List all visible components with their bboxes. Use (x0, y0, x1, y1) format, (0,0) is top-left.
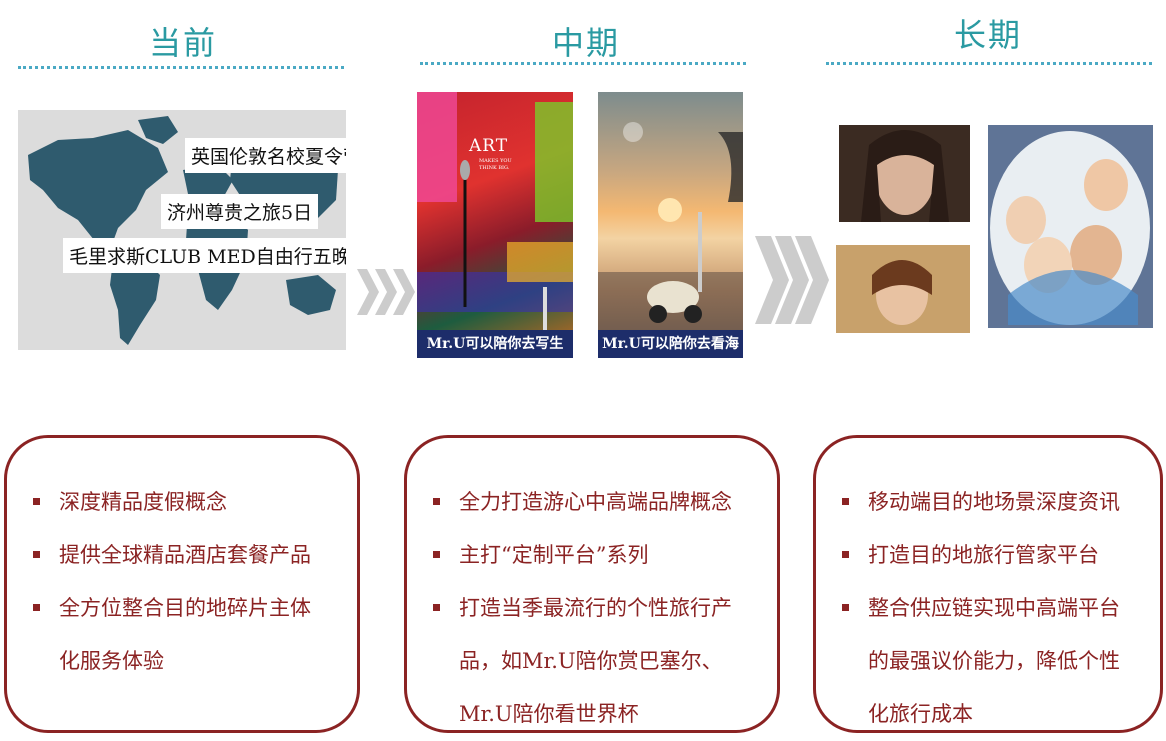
list-item-continuation: 化旅行成本 (816, 688, 1160, 741)
column-title-long-term: 长期 (953, 16, 1022, 54)
dotted-divider-long-term (826, 62, 1152, 65)
list-item: 打造目的地旅行管家平台 (816, 529, 1160, 582)
list-item: 深度精品度假概念 (7, 476, 357, 529)
list-item-text: 的最强议价能力，降低个性 (868, 649, 1120, 673)
list-item-continuation: 化服务体验 (7, 635, 357, 688)
list-item-text: 化服务体验 (59, 649, 164, 673)
map-label-jeju: 济州尊贵之旅5日 (161, 194, 319, 229)
sea-poster-image (598, 122, 743, 330)
map-label-mauritius: 毛里求斯CLUB MED自由行五晚七 (63, 238, 346, 273)
poster-sea: Mr.U可以陪你去看海 (598, 92, 743, 358)
bullet-icon (33, 498, 40, 505)
box-long-term: 移动端目的地场景深度资讯 打造目的地旅行管家平台 整合供应链实现中高端平台 的最… (813, 435, 1163, 733)
woman-portrait-image (839, 125, 970, 222)
chevron-arrows-icon-2 (755, 236, 829, 324)
list-item-continuation: 的最强议价能力，降低个性 (816, 635, 1160, 688)
child-portrait-image (836, 245, 970, 333)
poster-sketching: ART MAKES YOU THINK BIG. Mr.U可以陪你去写生 (417, 92, 573, 358)
art-poster-title: ART (469, 136, 509, 156)
list-item-continuation: Mr.U陪你看世界杯 (407, 688, 777, 741)
bullet-icon (842, 551, 849, 558)
art-poster-image (417, 92, 573, 330)
bullet-icon (433, 551, 440, 558)
list-item: 整合供应链实现中高端平台 (816, 582, 1160, 635)
list-item: 提供全球精品酒店套餐产品 (7, 529, 357, 582)
list-item-text: 品，如Mr.U陪你赏巴塞尔、 (459, 649, 723, 673)
list-item-text: 主打“定制平台”系列 (459, 543, 649, 567)
list-item-text: 打造目的地旅行管家平台 (868, 543, 1099, 567)
dotted-divider-current (18, 66, 344, 69)
world-map-panel: 英国伦敦名校夏令营10日 济州尊贵之旅5日 毛里求斯CLUB MED自由行五晚七 (18, 110, 346, 350)
list-item-text: 提供全球精品酒店套餐产品 (59, 543, 311, 567)
list-item: 全力打造游心中高端品牌概念 (407, 476, 777, 529)
bullet-icon (842, 604, 849, 611)
woman-portrait-photo (839, 125, 970, 222)
list-item: 打造当季最流行的个性旅行产 (407, 582, 777, 635)
list-mid-term: 全力打造游心中高端品牌概念 主打“定制平台”系列 打造当季最流行的个性旅行产 品… (407, 476, 777, 741)
list-item: 全方位整合目的地碎片主体 (7, 582, 357, 635)
poster-caption-sketching: Mr.U可以陪你去写生 (417, 330, 573, 358)
list-item: 主打“定制平台”系列 (407, 529, 777, 582)
column-title-mid-term: 中期 (551, 24, 620, 62)
list-item-text: 整合供应链实现中高端平台 (868, 596, 1120, 620)
list-item-text: 化旅行成本 (868, 702, 973, 726)
list-item: 移动端目的地场景深度资讯 (816, 476, 1160, 529)
bullet-icon (842, 498, 849, 505)
box-current: 深度精品度假概念 提供全球精品酒店套餐产品 全方位整合目的地碎片主体 化服务体验 (4, 435, 360, 733)
list-long-term: 移动端目的地场景深度资讯 打造目的地旅行管家平台 整合供应链实现中高端平台 的最… (816, 476, 1160, 741)
family-image (988, 125, 1153, 328)
bullet-icon (33, 551, 40, 558)
family-photo (988, 125, 1153, 328)
map-label-london: 英国伦敦名校夏令营10日 (185, 138, 346, 173)
list-item-text: 深度精品度假概念 (59, 490, 227, 514)
list-item-continuation: 品，如Mr.U陪你赏巴塞尔、 (407, 635, 777, 688)
bullet-icon (433, 498, 440, 505)
list-item-text: 移动端目的地场景深度资讯 (868, 490, 1120, 514)
dotted-divider-mid-term (420, 62, 746, 65)
list-item-text: 全力打造游心中高端品牌概念 (459, 490, 732, 514)
list-item-text: Mr.U陪你看世界杯 (459, 702, 639, 726)
bullet-icon (33, 604, 40, 611)
column-title-current: 当前 (148, 24, 217, 62)
poster-caption-sea: Mr.U可以陪你去看海 (598, 330, 743, 358)
list-item-text: 全方位整合目的地碎片主体 (59, 596, 311, 620)
list-current: 深度精品度假概念 提供全球精品酒店套餐产品 全方位整合目的地碎片主体 化服务体验 (7, 476, 357, 688)
art-poster-subtitle: MAKES YOU THINK BIG. (479, 158, 512, 171)
box-mid-term: 全力打造游心中高端品牌概念 主打“定制平台”系列 打造当季最流行的个性旅行产 品… (404, 435, 780, 733)
bullet-icon (433, 604, 440, 611)
list-item-text: 打造当季最流行的个性旅行产 (459, 596, 732, 620)
chevron-arrows-icon (357, 269, 415, 315)
child-portrait-photo (836, 245, 970, 333)
